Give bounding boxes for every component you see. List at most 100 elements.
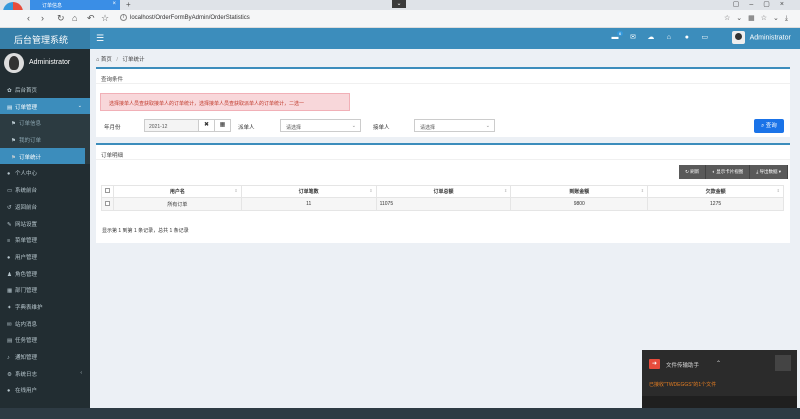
sidebar-item-dept-mgmt[interactable]: ▦ 部门管理: [0, 281, 90, 298]
sidebar-item-order-info[interactable]: ⚑ 订单信息: [0, 114, 90, 131]
calendar-icon[interactable]: ▦: [215, 119, 231, 132]
home-icon[interactable]: ⌂: [72, 13, 77, 23]
bell-icon: ♪: [7, 355, 10, 361]
url-text: localhost/OrderFormByAdmin/OrderStatisti…: [130, 15, 250, 21]
column-header-label: 用户名: [169, 189, 185, 195]
chevron-up-icon[interactable]: ⌃: [716, 360, 721, 367]
sidebar-item-menu-mgmt[interactable]: ≡ 菜单管理: [0, 231, 90, 248]
table-cell: 11: [240, 197, 377, 211]
browser-tab[interactable]: 订单信息 ×: [30, 0, 120, 10]
star-icon[interactable]: ☆: [101, 13, 109, 24]
sidebar-item-site-settings[interactable]: ✎ 网站设置: [0, 215, 90, 232]
role-icon: ♟: [7, 271, 12, 278]
sidebar-item-label: 任务管理: [15, 338, 38, 345]
sidebar-item-profile[interactable]: ● 个人中心: [0, 164, 90, 181]
column-header-label: 到账金额: [569, 189, 590, 195]
column-header[interactable]: 欠款金额 ⇕: [647, 185, 784, 198]
chevron-down-icon[interactable]: ⌄: [392, 0, 406, 8]
card-view-button[interactable]: ◐ 显示卡片视图: [706, 165, 751, 179]
mail-icon[interactable]: ✉: [625, 33, 641, 41]
brand-title[interactable]: 后台管理系统: [0, 28, 90, 49]
sidebar-item-label: 系统日志: [15, 371, 38, 378]
dispatcher-select[interactable]: 请选择 ⌄: [280, 119, 361, 132]
window-controls[interactable]: ▢–▢×: [733, 0, 794, 8]
checkbox[interactable]: [104, 200, 110, 206]
column-header[interactable]: 订单笔数 ⇕: [240, 185, 377, 198]
dispatcher-select-value: 请选择: [286, 125, 302, 131]
sidebar-item-user-mgmt[interactable]: ● 用户管理: [0, 248, 90, 265]
users-icon: ●: [7, 388, 11, 395]
clear-icon[interactable]: ✖: [199, 119, 215, 132]
sidebar-item-online-users[interactable]: ● 在线用户: [0, 381, 90, 398]
table-cell: 1275: [647, 197, 784, 211]
gear-icon: ✿: [7, 88, 12, 94]
sidebar-menu: ✿ 后台首页 ▤ 订单管理 ⌄ ⚑ 订单信息 ⚑ 我的订单 ⚑ 订单统计 ● 个人中心 ▭ 系统…: [0, 81, 90, 398]
details-panel: 订单明细 ↻ 刷新 ◐ 显示卡片视图 ⤓ 导出数据 ▾ 用户名 ⇕ 订单笔数 ⇕ 订…: [96, 143, 790, 243]
sidebar-item-frontend[interactable]: ▭ 系统前台: [0, 181, 90, 198]
query-form: 年月份 2021-12 ✖ ▦ 派单人 请选择 ⌄ 接单人 请选择 ⌄ ⌕ 查询: [96, 119, 790, 134]
address-bar[interactable]: i localhost/OrderFormByAdmin/OrderStatis…: [118, 12, 718, 25]
sort-icon: ⇕: [504, 188, 508, 193]
column-header[interactable]: 到账金额 ⇕: [510, 185, 649, 198]
close-icon[interactable]: ×: [112, 1, 116, 7]
chevron-down-icon: ⌄: [77, 102, 82, 109]
sidebar-item-label: 订单管理: [15, 104, 38, 111]
file-transfer-message[interactable]: 已接收"TWDEGGS"的1个文件: [649, 381, 716, 388]
sidebar-item-label: 在线用户: [15, 388, 38, 395]
select-all-checkbox[interactable]: [101, 185, 114, 198]
row-checkbox-cell[interactable]: [101, 197, 114, 211]
hamburger-icon[interactable]: ☰: [96, 33, 104, 44]
sidebar-item-dict[interactable]: ✦ 字典表维护: [0, 298, 90, 315]
breadcrumb-separator: /: [116, 57, 118, 63]
bell-icon[interactable]: ●: [679, 34, 695, 41]
sidebar-item-my-orders[interactable]: ⚑ 我的订单: [0, 131, 90, 148]
search-icon: ⌕: [761, 123, 765, 129]
export-button[interactable]: ⤓ 导出数据 ▾: [750, 165, 788, 179]
chevron-down-icon: ⌄: [351, 123, 356, 129]
sidebar-item-messages[interactable]: ✉ 站内消息: [0, 315, 90, 332]
forward-icon[interactable]: ›: [41, 13, 44, 23]
header-user[interactable]: Administrator: [732, 31, 791, 44]
sidebar-item-label: 我的订单: [19, 138, 42, 145]
column-header-label: 欠款金额: [705, 189, 726, 195]
task-icon: ▤: [7, 338, 13, 345]
refresh-button[interactable]: ↻ 刷新: [679, 165, 707, 179]
sidebar-item-label: 后台首页: [15, 88, 38, 94]
message-icon[interactable]: ▬ 6: [607, 31, 624, 41]
browser-extensions[interactable]: ☆⌄▦☆⌄⤓: [724, 14, 794, 23]
table-header-row: 用户名 ⇕ 订单笔数 ⇕ 订单总额 ⇕ 到账金额 ⇕ 欠款金额 ⇕: [101, 185, 784, 198]
column-header[interactable]: 用户名 ⇕: [112, 185, 242, 198]
info-icon[interactable]: i: [120, 14, 127, 21]
file-transfer-popup[interactable]: ➜ 文件传输助手 ⌃ 已接收"TWDEGGS"的1个文件: [642, 350, 797, 410]
breadcrumb-home[interactable]: 首页: [101, 57, 112, 63]
query-panel: 查询条件 选择接单人员查获取接单人的订单统计，选择接单人员查获取派单人的订单统计…: [96, 67, 790, 137]
search-button[interactable]: ⌕ 查询: [754, 119, 784, 133]
checkbox[interactable]: [104, 188, 110, 193]
browser-tab-title: 订单信息: [42, 3, 63, 9]
cloud-icon[interactable]: ☁: [643, 33, 659, 41]
month-input[interactable]: 2021-12: [144, 119, 199, 132]
undo-icon[interactable]: ↶: [87, 13, 95, 24]
refresh-label: 刷新: [690, 169, 700, 174]
file-transfer-title: 文件传输助手: [666, 363, 700, 369]
sidebar-item-role-mgmt[interactable]: ♟ 角色管理: [0, 265, 90, 282]
reload-icon[interactable]: ↻: [57, 13, 65, 24]
sidebar-item-notices[interactable]: ♪ 通知管理: [0, 348, 90, 365]
export-label: 导出数据: [759, 169, 778, 174]
sidebar-item-label: 系统前台: [15, 188, 38, 195]
sidebar-item-order-stats[interactable]: ⚑ 订单统计: [0, 147, 85, 165]
sidebar-item-tasks[interactable]: ▤ 任务管理: [0, 331, 90, 348]
sidebar-item-orders[interactable]: ▤ 订单管理 ⌄: [0, 97, 90, 115]
browser-tab-bar: 订单信息 × + ⌄ ▢–▢×: [0, 0, 800, 22]
table-row[interactable]: 所有订单 11 11075 9800 1275: [101, 197, 784, 211]
sidebar-item-return[interactable]: ↺ 返回前台: [0, 198, 90, 215]
receiver-select[interactable]: 请选择 ⌄: [414, 119, 495, 132]
home-icon[interactable]: ⌂: [661, 34, 677, 41]
sidebar-item-logs[interactable]: ⚙ 系统日志 ‹: [0, 365, 90, 382]
back-icon[interactable]: ‹: [27, 13, 30, 23]
sidebar-item-home[interactable]: ✿ 后台首页: [0, 81, 90, 98]
new-tab-icon[interactable]: +: [126, 0, 131, 9]
sidebar-item-label: 网站设置: [15, 221, 38, 228]
column-header[interactable]: 订单总额 ⇕: [375, 185, 512, 198]
screen-icon[interactable]: ▭: [697, 33, 713, 41]
